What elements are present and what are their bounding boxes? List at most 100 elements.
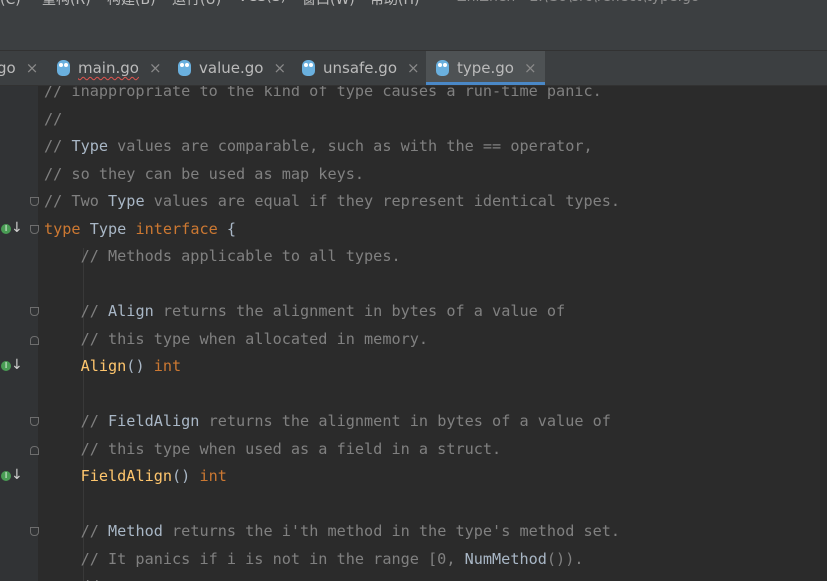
code-line: // — [44, 106, 62, 133]
menu-item[interactable]: 构建(B) — [107, 0, 156, 9]
code-token: { — [217, 219, 237, 238]
impl-badge-icon: I — [1, 223, 11, 234]
menu-bar: 码(C) 重构(R) 构建(B) 运行(U) VCS(S) 窗口(W) 帮助(H) ZhiZh… — [0, 0, 827, 22]
go-file-icon — [57, 60, 70, 76]
code-line: // Methods applicable to all types. — [44, 243, 401, 270]
code-token: Type — [71, 137, 109, 155]
menu-item[interactable]: VCS(S) — [238, 0, 286, 5]
code-token: Method — [108, 522, 163, 540]
editor-tab-bar: go × main.go × value.go × unsafe.go × type.go × — [0, 51, 827, 86]
code-token: // It panics if i is not in the range [0… — [44, 549, 465, 568]
implemented-interface-icon[interactable]: I ↓ — [0, 357, 23, 376]
code-line: // — [44, 573, 99, 581]
fold-collapse-icon[interactable] — [30, 527, 39, 536]
code-editor[interactable]: // inappropriate to the kind of type cau… — [0, 86, 827, 581]
code-token: values are comparable, such as with the … — [108, 137, 593, 155]
fold-collapse-icon[interactable] — [30, 224, 39, 234]
code-line: // FieldAlign returns the alignment in b… — [44, 408, 611, 435]
code-token: // — [44, 109, 63, 128]
code-line: // Method returns the i'th method in the… — [44, 518, 621, 545]
code-token: // — [44, 302, 109, 320]
menu-item[interactable]: 窗口(W) — [302, 0, 355, 9]
code-token: // — [44, 522, 109, 540]
tab-type-go[interactable]: type.go × — [426, 51, 545, 85]
tab-label: type.go — [457, 59, 514, 77]
code-token: Align — [108, 302, 154, 320]
code-line: // It panics if i is not in the range [0… — [44, 546, 584, 573]
fold-collapse-icon[interactable] — [30, 417, 39, 426]
code-line: // this type when allocated in memory. — [44, 326, 428, 353]
code-line: type Type interface { — [44, 216, 236, 243]
code-line: // inappropriate to the kind of type cau… — [44, 86, 602, 105]
code-line: // Two Type values are equal if they rep… — [44, 188, 620, 215]
code-token: returns the alignment in bytes of a valu… — [199, 412, 611, 430]
code-token: FieldAlign — [80, 467, 173, 485]
impl-badge-icon: I — [1, 361, 11, 371]
impl-badge-icon: I — [1, 471, 11, 481]
tab-label: go — [0, 59, 16, 77]
code-token: // Two — [44, 192, 109, 210]
code-token: // Methods applicable to all types. — [44, 247, 401, 265]
arrow-down-icon: ↓ — [11, 467, 23, 483]
close-icon[interactable]: × — [26, 59, 39, 77]
menu-item[interactable]: 运行(U) — [172, 0, 221, 9]
go-file-icon — [436, 60, 449, 76]
code-token: int — [199, 467, 227, 485]
code-token: returns the alignment in bytes of a valu… — [153, 302, 566, 320]
code-token: NumMethod — [464, 549, 547, 568]
navigation-toolbar — [0, 22, 827, 51]
go-file-icon — [302, 60, 315, 76]
code-token: FieldAlign — [108, 412, 200, 430]
code-token: interface — [135, 219, 218, 238]
code-token: // this type when used as a field in a s… — [44, 439, 502, 458]
tab-main-go[interactable]: main.go × — [47, 51, 163, 85]
code-token: () — [172, 467, 200, 485]
code-token: // so they can be used as map keys. — [44, 164, 365, 183]
fold-end-icon[interactable] — [30, 335, 39, 345]
code-token: // inappropriate to the kind of type cau… — [44, 86, 602, 100]
code-token: // — [44, 577, 99, 581]
menu-item[interactable]: 帮助(H) — [370, 0, 419, 9]
fold-collapse-icon[interactable] — [30, 197, 39, 206]
close-icon[interactable]: × — [149, 59, 162, 77]
close-icon[interactable]: × — [524, 59, 537, 77]
menu-item[interactable]: 码(C) — [0, 0, 21, 9]
tab-label: unsafe.go — [323, 59, 397, 77]
code-line: Align() int — [44, 353, 182, 380]
tab-value-go[interactable]: value.go × — [168, 51, 288, 85]
code-token: Type — [80, 219, 136, 238]
editor-gutter — [0, 86, 38, 581]
code-token: values are equal if they represent ident… — [144, 192, 621, 210]
tab-label: value.go — [199, 59, 264, 77]
tab-label: main.go — [78, 59, 139, 77]
tab-go[interactable]: go × — [0, 51, 42, 85]
arrow-down-icon: ↓ — [11, 357, 23, 373]
arrow-down-icon: ↓ — [11, 219, 23, 236]
window-title: ZhiZhen - E:\Go\src\reflect\type.go — [457, 0, 699, 5]
code-line: // this type when used as a field in a s… — [44, 436, 502, 463]
code-token: ()). — [546, 549, 584, 568]
code-line: // so they can be used as map keys. — [44, 161, 364, 188]
implemented-interface-icon[interactable]: I ↓ — [0, 467, 23, 486]
code-line: FieldAlign() int — [44, 463, 227, 490]
code-token: returns the i'th method in the type's me… — [162, 522, 621, 540]
code-token: () — [126, 357, 154, 375]
menu-item[interactable]: 重构(R) — [42, 0, 91, 9]
code-token: // — [44, 137, 72, 155]
close-icon[interactable]: × — [407, 59, 420, 77]
code-line: // Align returns the alignment in bytes … — [44, 298, 566, 325]
fold-collapse-icon[interactable] — [30, 307, 39, 316]
code-token: int — [153, 357, 182, 375]
code-token: // — [44, 412, 109, 430]
tab-unsafe-go[interactable]: unsafe.go × — [292, 51, 424, 85]
code-token: Type — [108, 192, 145, 210]
code-token: type — [44, 219, 81, 238]
code-token: Align — [80, 357, 127, 375]
code-token: // this type when allocated in memory. — [44, 329, 429, 348]
go-file-icon — [178, 60, 191, 76]
code-line: // Type values are comparable, such as w… — [44, 133, 593, 160]
close-icon[interactable]: × — [273, 59, 286, 77]
implemented-interface-icon[interactable]: I ↓ — [0, 219, 23, 239]
fold-end-icon[interactable] — [30, 445, 39, 455]
